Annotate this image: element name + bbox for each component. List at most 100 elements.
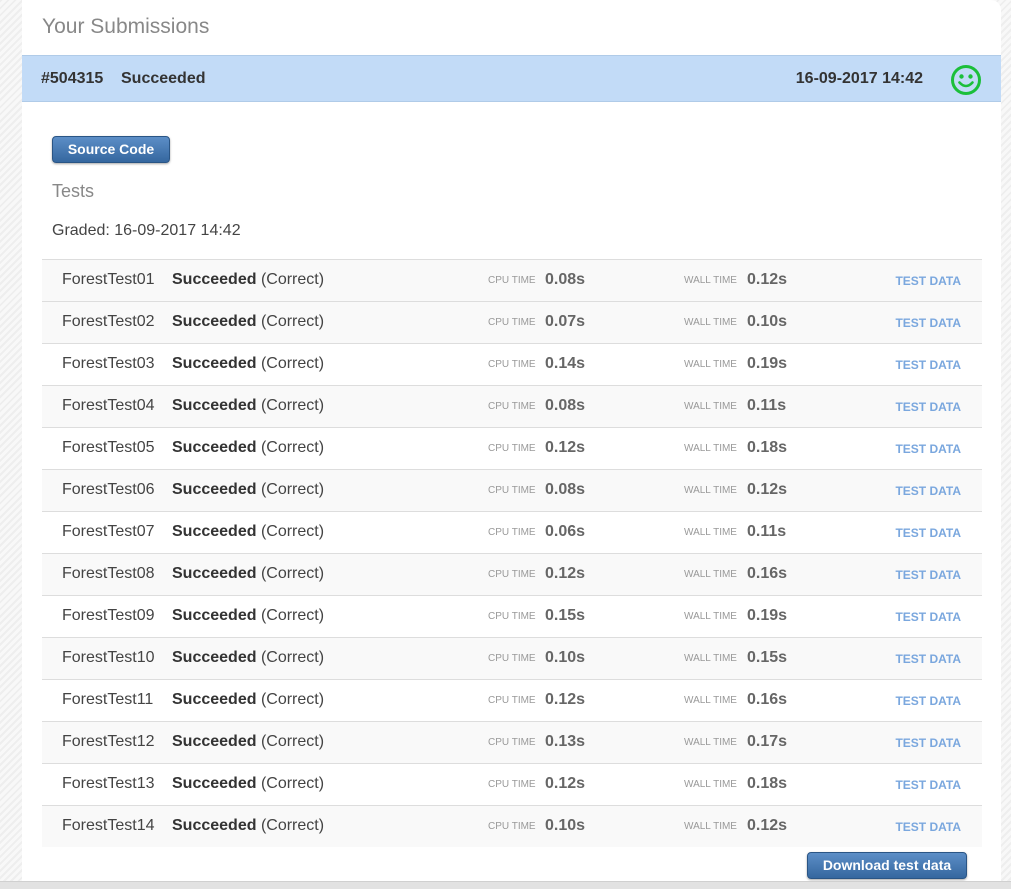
wall-time-label: WALL TIME xyxy=(684,401,737,412)
test-result: Succeeded (Correct) xyxy=(172,733,324,751)
cpu-time-label: CPU TIME xyxy=(488,779,536,790)
test-verdict: (Correct) xyxy=(260,607,325,624)
test-data-link[interactable]: TEST DATA xyxy=(895,400,961,414)
cpu-time-value: 0.14s xyxy=(545,355,586,372)
cpu-time-label: CPU TIME xyxy=(488,443,536,454)
test-verdict: (Correct) xyxy=(260,481,325,498)
wall-time-value: 0.17s xyxy=(747,733,788,750)
test-status: Succeeded xyxy=(172,691,257,708)
wall-time-label: WALL TIME xyxy=(684,695,737,706)
wall-time-value: 0.12s xyxy=(747,271,788,288)
test-data-link[interactable]: TEST DATA xyxy=(895,568,961,582)
wall-time-label: WALL TIME xyxy=(684,653,737,664)
wall-time-label: WALL TIME xyxy=(684,611,737,622)
submissions-panel: Your Submissions #504315 Succeeded 16-09… xyxy=(22,0,1001,881)
test-name: ForestTest01 xyxy=(62,271,155,288)
test-result: Succeeded (Correct) xyxy=(172,439,324,457)
test-name: ForestTest05 xyxy=(62,439,155,456)
cpu-time-label: CPU TIME xyxy=(488,485,536,496)
cpu-time-value: 0.12s xyxy=(545,565,586,582)
test-status: Succeeded xyxy=(172,271,257,288)
cpu-time-label: CPU TIME xyxy=(488,275,536,286)
test-data-link[interactable]: TEST DATA xyxy=(895,736,961,750)
panel-title: Your Submissions xyxy=(42,15,210,38)
test-result: Succeeded (Correct) xyxy=(172,607,324,625)
test-row: ForestTest13 Succeeded (Correct) CPU TIME 0… xyxy=(42,763,982,805)
wall-time-value: 0.19s xyxy=(747,607,788,624)
test-verdict: (Correct) xyxy=(260,733,325,750)
wall-time-value: 0.18s xyxy=(747,775,788,792)
test-result: Succeeded (Correct) xyxy=(172,775,324,793)
test-row: ForestTest06 Succeeded (Correct) CPU TIME 0… xyxy=(42,469,982,511)
test-row: ForestTest12 Succeeded (Correct) CPU TIME 0… xyxy=(42,721,982,763)
test-name: ForestTest13 xyxy=(62,775,155,792)
test-data-link[interactable]: TEST DATA xyxy=(895,442,961,456)
test-name: ForestTest03 xyxy=(62,355,155,372)
test-data-link[interactable]: TEST DATA xyxy=(895,694,961,708)
test-status: Succeeded xyxy=(172,733,257,750)
test-result: Succeeded (Correct) xyxy=(172,313,324,331)
test-data-link[interactable]: TEST DATA xyxy=(895,778,961,792)
test-name: ForestTest08 xyxy=(62,565,155,582)
test-data-link[interactable]: TEST DATA xyxy=(895,484,961,498)
submission-details: Source Code Tests Graded: 16-09-2017 14:… xyxy=(42,110,982,861)
test-row: ForestTest08 Succeeded (Correct) CPU TIME 0… xyxy=(42,553,982,595)
test-row: ForestTest09 Succeeded (Correct) CPU TIME 0… xyxy=(42,595,982,637)
test-data-link[interactable]: TEST DATA xyxy=(895,274,961,288)
test-name: ForestTest07 xyxy=(62,523,155,540)
wall-time-label: WALL TIME xyxy=(684,359,737,370)
test-data-link[interactable]: TEST DATA xyxy=(895,316,961,330)
test-status: Succeeded xyxy=(172,817,257,834)
test-row: ForestTest07 Succeeded (Correct) CPU TIME 0… xyxy=(42,511,982,553)
wall-time-value: 0.19s xyxy=(747,355,788,372)
cpu-time-value: 0.10s xyxy=(545,817,586,834)
test-data-link[interactable]: TEST DATA xyxy=(895,652,961,666)
cpu-time-label: CPU TIME xyxy=(488,821,536,832)
test-verdict: (Correct) xyxy=(260,565,325,582)
cpu-time-label: CPU TIME xyxy=(488,737,536,748)
test-row: ForestTest10 Succeeded (Correct) CPU TIME 0… xyxy=(42,637,982,679)
test-data-link[interactable]: TEST DATA xyxy=(895,820,961,834)
cpu-time-value: 0.06s xyxy=(545,523,586,540)
test-name: ForestTest09 xyxy=(62,607,155,624)
cpu-time-label: CPU TIME xyxy=(488,527,536,538)
test-result: Succeeded (Correct) xyxy=(172,649,324,667)
test-data-link[interactable]: TEST DATA xyxy=(895,526,961,540)
test-status: Succeeded xyxy=(172,649,257,666)
bottom-bar xyxy=(0,881,1011,889)
test-row: ForestTest03 Succeeded (Correct) CPU TIME 0… xyxy=(42,343,982,385)
smiley-icon xyxy=(951,65,981,95)
test-verdict: (Correct) xyxy=(260,439,325,456)
cpu-time-value: 0.07s xyxy=(545,313,586,330)
test-name: ForestTest11 xyxy=(62,691,154,708)
wall-time-label: WALL TIME xyxy=(684,821,737,832)
source-code-button[interactable]: Source Code xyxy=(52,136,170,163)
test-name: ForestTest06 xyxy=(62,481,155,498)
submission-status: Succeeded xyxy=(121,70,206,87)
submission-header[interactable]: #504315 Succeeded 16-09-2017 14:42 xyxy=(22,55,1001,102)
wall-time-label: WALL TIME xyxy=(684,275,737,286)
wall-time-label: WALL TIME xyxy=(684,485,737,496)
test-status: Succeeded xyxy=(172,439,257,456)
cpu-time-label: CPU TIME xyxy=(488,317,536,328)
graded-timestamp: Graded: 16-09-2017 14:42 xyxy=(52,222,241,239)
test-verdict: (Correct) xyxy=(260,775,325,792)
cpu-time-label: CPU TIME xyxy=(488,611,536,622)
submission-date: 16-09-2017 14:42 xyxy=(795,70,923,87)
cpu-time-label: CPU TIME xyxy=(488,359,536,370)
wall-time-value: 0.15s xyxy=(747,649,788,666)
test-data-link[interactable]: TEST DATA xyxy=(895,358,961,372)
wall-time-label: WALL TIME xyxy=(684,569,737,580)
test-status: Succeeded xyxy=(172,481,257,498)
wall-time-label: WALL TIME xyxy=(684,737,737,748)
cpu-time-label: CPU TIME xyxy=(488,653,536,664)
wall-time-label: WALL TIME xyxy=(684,443,737,454)
wall-time-value: 0.16s xyxy=(747,691,788,708)
test-row: ForestTest14 Succeeded (Correct) CPU TIME 0… xyxy=(42,805,982,847)
test-name: ForestTest10 xyxy=(62,649,155,666)
download-test-data-button[interactable]: Download test data xyxy=(807,852,967,879)
test-verdict: (Correct) xyxy=(260,313,325,330)
test-data-link[interactable]: TEST DATA xyxy=(895,610,961,624)
wall-time-value: 0.18s xyxy=(747,439,788,456)
test-name: ForestTest12 xyxy=(62,733,155,750)
